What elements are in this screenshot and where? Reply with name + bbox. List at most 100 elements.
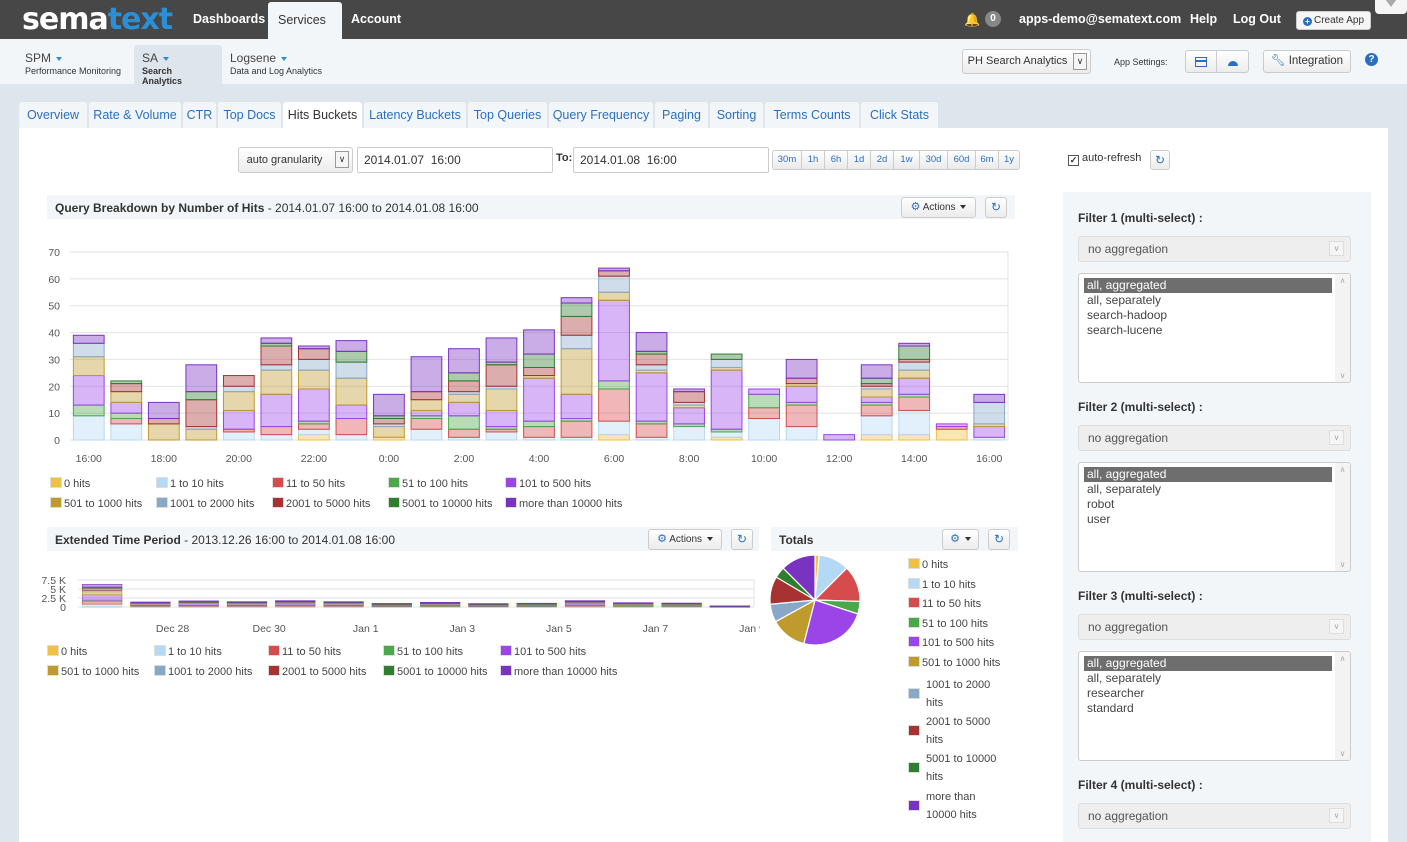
range-button-1h[interactable]: 1h xyxy=(801,150,825,170)
sematext-logo[interactable]: sematext xyxy=(22,2,173,37)
legend-item-51-to-100-hits[interactable]: 51 to 100 hits xyxy=(383,645,463,659)
legend-item-0-hits[interactable]: 0 hits xyxy=(50,477,90,491)
logout-link[interactable]: Log Out xyxy=(1223,0,1291,39)
bar-segment-2001-to-5000-hits[interactable] xyxy=(673,391,705,403)
bar-segment-2001-to-5000-hits[interactable] xyxy=(560,315,593,336)
bar-segment-501-to-1000-hits[interactable] xyxy=(898,369,931,379)
bar-segment-501-to-1000-hits[interactable] xyxy=(297,369,330,390)
tab-overview[interactable]: Overview xyxy=(19,102,87,128)
integration-button[interactable]: 🔧︎ Integration xyxy=(1263,50,1351,73)
bar-segment-11-to-50-hits[interactable] xyxy=(297,423,330,430)
bar-segment-11-to-50-hits[interactable] xyxy=(260,426,293,436)
bar-segment-more-than-10000-hits[interactable] xyxy=(371,603,412,605)
product-logsene[interactable]: Logsene Data and Log Analytics xyxy=(222,45,330,84)
listbox-option-user[interactable]: user xyxy=(1084,512,1332,527)
listbox-option-all-separately[interactable]: all, separately xyxy=(1084,482,1332,497)
tab-hits-buckets[interactable]: Hits Buckets xyxy=(283,102,362,128)
legend-item-0-hits[interactable]: 0 hits xyxy=(47,645,87,659)
legend-item-1-to-10-hits[interactable]: 1 to 10 hits xyxy=(154,645,222,659)
notification-count-badge[interactable]: 0 xyxy=(985,11,1001,27)
bar-segment-101-to-500-hits[interactable] xyxy=(935,423,968,428)
bar-segment-501-to-1000-hits[interactable] xyxy=(860,388,893,398)
bar-segment-101-to-500-hits[interactable] xyxy=(523,377,555,422)
bar-segment-more-than-10000-hits[interactable] xyxy=(613,602,654,604)
bar-segment-0-hits[interactable] xyxy=(898,434,931,441)
bar-segment-51-to-100-hits[interactable] xyxy=(523,420,555,428)
bar-segment-501-to-1000-hits[interactable] xyxy=(260,369,293,395)
filter-3-listbox[interactable]: all, aggregated all, separately researcher… xyxy=(1078,651,1351,761)
bar-segment-2001-to-5000-hits[interactable] xyxy=(635,353,668,366)
bar-segment-501-to-1000-hits[interactable] xyxy=(335,377,368,406)
bar-segment-501-to-1000-hits[interactable] xyxy=(72,356,105,377)
legend-item-501-to-1000-hits[interactable]: 501 to 1000 hits xyxy=(47,665,139,679)
bar-segment-more-than-10000-hits[interactable] xyxy=(898,342,931,347)
bell-icon[interactable]: 🔔 xyxy=(964,12,980,27)
legend-item-501-to-1000-hits[interactable]: 501 to 1000 hits xyxy=(50,497,142,511)
bar-segment-5001-to-10000-hits[interactable] xyxy=(710,353,743,360)
bar-segment-1-to-10-hits[interactable] xyxy=(485,431,518,441)
bar-segment-5001-to-10000-hits[interactable] xyxy=(560,302,593,317)
listbox-scrollbar[interactable]: ∧ ∨ xyxy=(1335,652,1350,760)
legend-item-11-to-50-hits[interactable]: 11 to 50 hits xyxy=(268,645,341,659)
bar-segment-11-to-50-hits[interactable] xyxy=(598,388,630,422)
legend-item-1001-to-2000-hits[interactable]: 1001 to 2000 hits xyxy=(908,676,1003,712)
listbox-option-all-aggregated[interactable]: all, aggregated xyxy=(1084,278,1332,293)
bar-segment-51-to-100-hits[interactable] xyxy=(448,415,480,430)
bar-segment-1-to-10-hits[interactable] xyxy=(335,434,368,441)
bar-segment-2001-to-5000-hits[interactable] xyxy=(448,380,480,393)
bar-segment-more-than-10000-hits[interactable] xyxy=(72,334,105,344)
bar-segment-more-than-10000-hits[interactable] xyxy=(709,605,750,607)
bar-segment-11-to-50-hits[interactable] xyxy=(82,600,123,605)
bar-segment-101-to-500-hits[interactable] xyxy=(297,388,330,422)
nav-services[interactable]: Services xyxy=(268,2,342,60)
product-spm[interactable]: SPM Performance Monitoring xyxy=(17,45,129,84)
bar-segment-1001-to-2000-hits[interactable] xyxy=(297,358,330,371)
bar-segment-more-than-10000-hits[interactable] xyxy=(410,356,443,393)
bar-segment-more-than-10000-hits[interactable] xyxy=(185,364,218,393)
bar-segment-101-to-500-hits[interactable] xyxy=(485,409,518,428)
bar-segment-101-to-500-hits[interactable] xyxy=(82,594,123,601)
bar-segment-more-than-10000-hits[interactable] xyxy=(226,601,268,603)
bar-segment-101-to-500-hits[interactable] xyxy=(260,393,293,428)
nav-dashboards[interactable]: Dashboards xyxy=(183,0,275,39)
bar-segment-1-to-10-hits[interactable] xyxy=(297,428,330,436)
range-button-2d[interactable]: 2d xyxy=(870,150,894,170)
bar-segment-101-to-500-hits[interactable] xyxy=(785,385,818,403)
range-button-60d[interactable]: 60d xyxy=(947,150,976,170)
product-sa[interactable]: SA Search Analytics xyxy=(134,45,222,86)
bar-segment-11-to-50-hits[interactable] xyxy=(448,428,480,438)
tab-ctr[interactable]: CTR xyxy=(183,102,216,128)
bar-segment-101-to-500-hits[interactable] xyxy=(748,388,781,395)
bar-segment-more-than-10000-hits[interactable] xyxy=(373,393,405,417)
bar-segment-11-to-50-hits[interactable] xyxy=(410,418,443,430)
legend-item-11-to-50-hits[interactable]: 11 to 50 hits xyxy=(908,597,1003,611)
bar-segment-501-to-1000-hits[interactable] xyxy=(410,399,443,411)
bar-segment-11-to-50-hits[interactable] xyxy=(898,396,931,411)
listbox-option-search-lucene[interactable]: search-lucene xyxy=(1084,323,1332,338)
actions-dropdown[interactable]: ⚙ Actions xyxy=(648,529,722,550)
legend-item-1001-to-2000-hits[interactable]: 1001 to 2000 hits xyxy=(156,497,254,511)
bar-segment-1001-to-2000-hits[interactable] xyxy=(598,275,630,293)
tab-query-frequency[interactable]: Query Frequency xyxy=(549,102,653,128)
panel-refresh-button[interactable]: ↻ xyxy=(731,529,753,550)
bar-segment-101-to-500-hits[interactable] xyxy=(860,396,893,403)
bar-segment-1-to-10-hits[interactable] xyxy=(598,420,630,436)
bar-segment-more-than-10000-hits[interactable] xyxy=(147,401,180,420)
bar-segment-101-to-500-hits[interactable] xyxy=(973,426,1006,438)
legend-item-5001-to-10000-hits[interactable]: 5001 to 10000 hits xyxy=(908,750,1003,786)
bar-segment-501-to-1000-hits[interactable] xyxy=(222,391,255,411)
bar-segment-more-than-10000-hits[interactable] xyxy=(178,600,219,602)
bar-segment-more-than-10000-hits[interactable] xyxy=(523,329,555,355)
nav-account[interactable]: Account xyxy=(341,0,411,39)
bar-segment-11-to-50-hits[interactable] xyxy=(748,407,781,420)
bar-segment-1-to-10-hits[interactable] xyxy=(860,415,893,436)
bar-segment-2001-to-5000-hits[interactable] xyxy=(110,383,143,393)
bar-segment-101-to-500-hits[interactable] xyxy=(410,409,443,417)
range-button-6h[interactable]: 6h xyxy=(824,150,848,170)
bar-segment-more-than-10000-hits[interactable] xyxy=(297,345,330,350)
bar-segment-1001-to-2000-hits[interactable] xyxy=(560,334,593,350)
bar-segment-101-to-500-hits[interactable] xyxy=(635,372,668,422)
range-button-1y[interactable]: 1y xyxy=(998,150,1020,170)
filter-1-aggregation-select[interactable]: no aggregation ∨ xyxy=(1078,236,1351,262)
legend-item-more-than-10000-hits[interactable]: more than 10000 hits xyxy=(500,665,617,679)
